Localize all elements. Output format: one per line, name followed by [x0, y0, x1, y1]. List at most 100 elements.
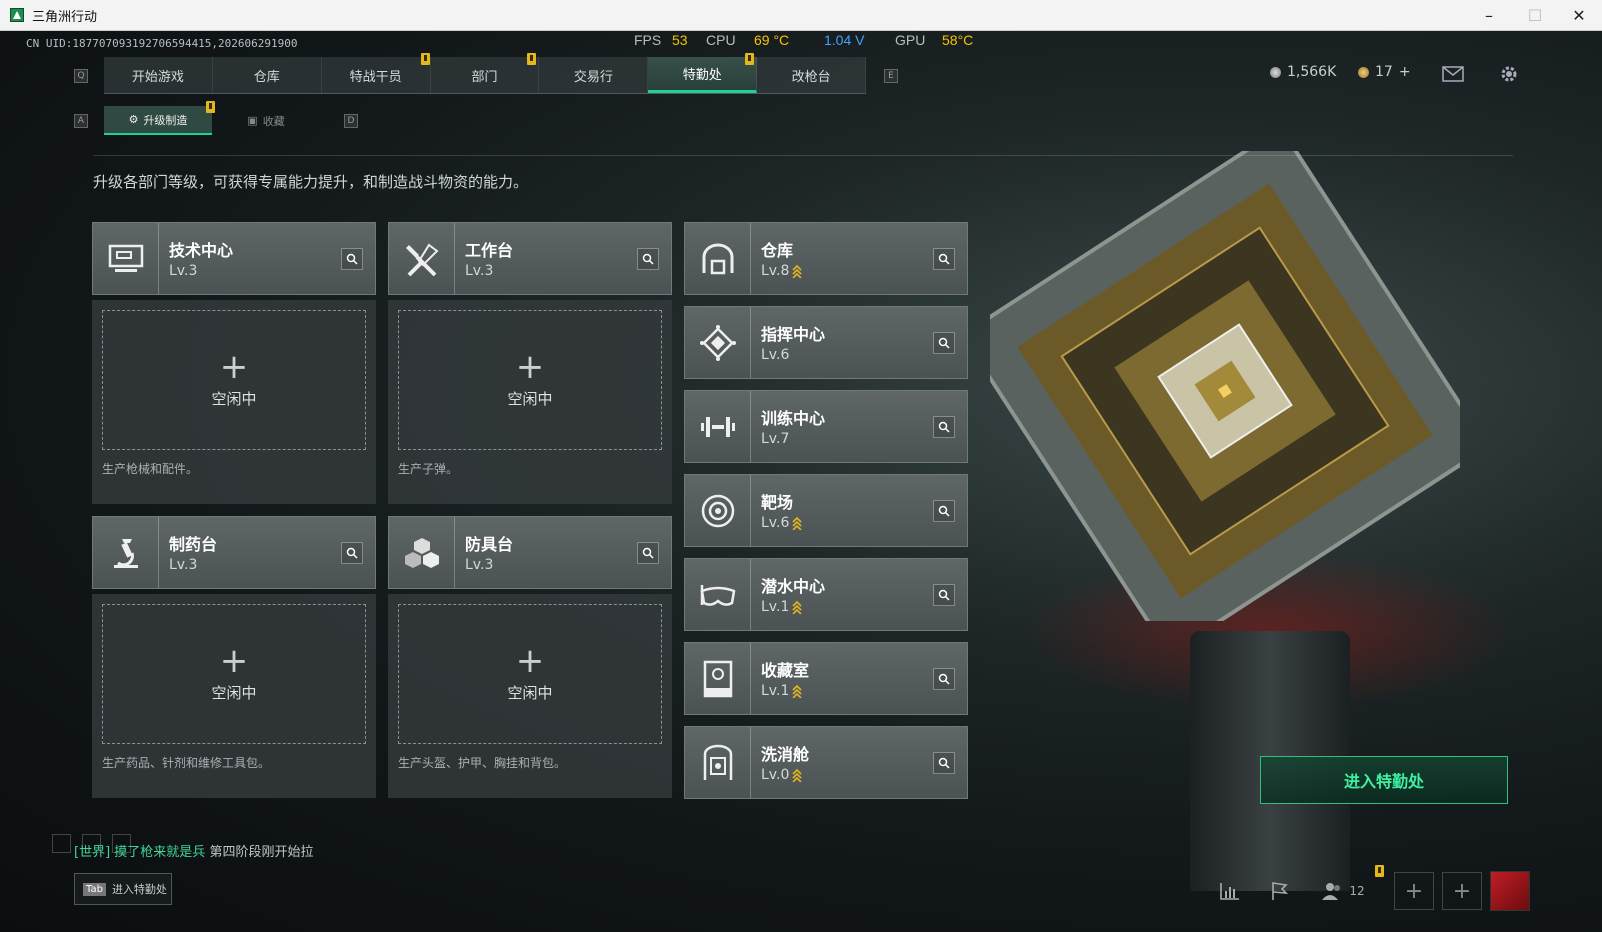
- avatar[interactable]: [1490, 871, 1530, 911]
- slot-status: 空闲中: [507, 683, 553, 702]
- nav-prev-key[interactable]: Q: [74, 69, 88, 83]
- cpu-temp: 69 °C: [754, 32, 790, 48]
- search-icon[interactable]: [933, 248, 955, 270]
- game-viewport: CN UID:187707093192706594415,20260629190…: [0, 31, 1602, 932]
- close-button[interactable]: ✕: [1556, 0, 1602, 31]
- craft-slot-armor-bench[interactable]: + 空闲中 生产头盔、护甲、胸挂和背包。: [388, 594, 672, 798]
- enter-special-ops-button[interactable]: 进入特勤处: [1260, 756, 1508, 804]
- hammer-icon: [389, 223, 455, 294]
- gear-icon[interactable]: [1498, 63, 1520, 85]
- craft-slot-empty[interactable]: + 空闲中: [398, 604, 662, 744]
- gold-coin-icon: [1358, 66, 1369, 78]
- tab-upgrade-craft[interactable]: ⚙ 升级制造: [104, 106, 212, 135]
- upgrade-chevron-icon: [792, 264, 802, 278]
- plus-icon: +: [1404, 878, 1424, 904]
- chat-channel: [世界]: [74, 845, 111, 860]
- facility-card-armor-bench[interactable]: 防具台 Lv.3: [388, 516, 672, 589]
- plus-icon: +: [219, 640, 249, 681]
- search-icon[interactable]: [341, 542, 363, 564]
- friends-button[interactable]: 12: [1318, 872, 1368, 910]
- level-text: Lv.7: [761, 431, 790, 447]
- trophy-case-icon: [685, 643, 751, 714]
- department-card-training-center[interactable]: 训练中心 Lv.7: [684, 390, 968, 463]
- chat-toggle-1[interactable]: [52, 834, 71, 853]
- facility-name: 制药台: [169, 535, 218, 554]
- nav-next-key[interactable]: E: [884, 69, 898, 83]
- page-description: 升级各部门等级，可获得专属能力提升，和制造战斗物资的能力。: [93, 173, 529, 191]
- search-icon[interactable]: [637, 248, 659, 270]
- facility-card-workbench[interactable]: 工作台 Lv.3: [388, 222, 672, 295]
- tab-trade[interactable]: 交易行: [539, 57, 649, 93]
- collection-icon: ▣: [247, 114, 258, 127]
- gold-add-button[interactable]: +: [1399, 64, 1411, 80]
- diving-mask-icon: [685, 559, 751, 630]
- player-uid: CN UID:187707093192706594415,20260629190…: [26, 37, 298, 50]
- silver-amount: 1,566K: [1287, 64, 1337, 80]
- mail-icon[interactable]: [1442, 66, 1464, 82]
- tab-gunsmith[interactable]: 改枪台: [757, 57, 867, 93]
- window-titlebar: 三角洲行动 – ☐ ✕: [0, 0, 1602, 31]
- tab-operators[interactable]: 特战干员: [322, 57, 431, 93]
- tab-hint[interactable]: Tab 进入特勤处: [74, 873, 172, 905]
- silver-currency[interactable]: 1,566K: [1270, 64, 1336, 80]
- add-slot-button-2[interactable]: +: [1442, 872, 1482, 910]
- facility-name: 技术中心: [169, 241, 234, 260]
- app-icon: [10, 8, 24, 22]
- facility-card-pharmacy[interactable]: 制药台 Lv.3: [92, 516, 376, 589]
- level-text: Lv.0: [761, 767, 790, 783]
- search-icon[interactable]: [933, 752, 955, 774]
- tab-departments[interactable]: 部门: [431, 57, 540, 93]
- facility-description: 生产头盔、护甲、胸挂和背包。: [398, 756, 567, 770]
- department-level: Lv.1: [761, 683, 802, 699]
- gold-currency[interactable]: 17 +: [1358, 64, 1411, 80]
- craft-slot-empty[interactable]: + 空闲中: [398, 310, 662, 450]
- department-card-command-center[interactable]: 指挥中心 Lv.6: [684, 306, 968, 379]
- search-icon[interactable]: [341, 248, 363, 270]
- tab-collection[interactable]: ▣ 收藏: [212, 106, 320, 135]
- craft-slot-tech-center[interactable]: + 空闲中 生产枪械和配件。: [92, 300, 376, 504]
- chat-text: 第四阶段刚开始拉: [209, 845, 314, 860]
- chat-message[interactable]: [世界] 摸了枪来就是兵 第四阶段刚开始拉: [74, 841, 313, 860]
- craft-slot-workbench[interactable]: + 空闲中 生产子弹。: [388, 300, 672, 504]
- department-card-shooting-range[interactable]: 靶场 Lv.6: [684, 474, 968, 547]
- subnav-prev-key[interactable]: A: [74, 114, 88, 128]
- gold-amount: 17: [1375, 64, 1393, 80]
- tab-warehouse[interactable]: 仓库: [213, 57, 322, 93]
- department-name: 收藏室: [761, 661, 810, 680]
- tab-start-game[interactable]: 开始游戏: [104, 57, 213, 93]
- friends-icon: [1322, 883, 1341, 900]
- department-level: Lv.6: [761, 347, 789, 363]
- department-level: Lv.1: [761, 599, 802, 615]
- subnav-next-key[interactable]: D: [344, 114, 358, 128]
- facility-description: 生产枪械和配件。: [102, 462, 199, 476]
- search-icon[interactable]: [933, 332, 955, 354]
- cpu-voltage: 1.04 V: [824, 32, 865, 48]
- maximize-button[interactable]: ☐: [1512, 0, 1558, 31]
- department-level: Lv.6: [761, 515, 802, 531]
- search-icon[interactable]: [933, 584, 955, 606]
- department-card-diving-center[interactable]: 潜水中心 Lv.1: [684, 558, 968, 631]
- craft-slot-pharmacy[interactable]: + 空闲中 生产药品、针剂和维修工具包。: [92, 594, 376, 798]
- search-icon[interactable]: [637, 542, 659, 564]
- craft-slot-empty[interactable]: + 空闲中: [102, 310, 366, 450]
- department-card-decontamination[interactable]: 洗消舱 Lv.0: [684, 726, 968, 799]
- facility-name: 工作台: [465, 241, 514, 260]
- tab-special-ops[interactable]: 特勤处: [648, 57, 758, 93]
- search-icon[interactable]: [933, 668, 955, 690]
- department-card-collection-room[interactable]: 收藏室 Lv.1: [684, 642, 968, 715]
- facility-card-tech-center[interactable]: 技术中心 Lv.3: [92, 222, 376, 295]
- search-icon[interactable]: [933, 416, 955, 438]
- facility-description: 生产子弹。: [398, 462, 459, 476]
- add-slot-button-1[interactable]: +: [1394, 872, 1434, 910]
- craft-slot-empty[interactable]: + 空闲中: [102, 604, 366, 744]
- minimize-button[interactable]: –: [1466, 0, 1512, 31]
- search-icon[interactable]: [933, 500, 955, 522]
- stats-icon[interactable]: [1210, 872, 1250, 910]
- flag-icon[interactable]: [1260, 872, 1300, 910]
- tab-upgrade-craft-label: 升级制造: [143, 113, 188, 127]
- microscope-icon: [93, 517, 159, 588]
- department-card-warehouse[interactable]: 仓库 Lv.8: [684, 222, 968, 295]
- department-name: 洗消舱: [761, 745, 810, 764]
- facility-level: Lv.3: [465, 557, 494, 573]
- department-name: 靶场: [761, 493, 794, 512]
